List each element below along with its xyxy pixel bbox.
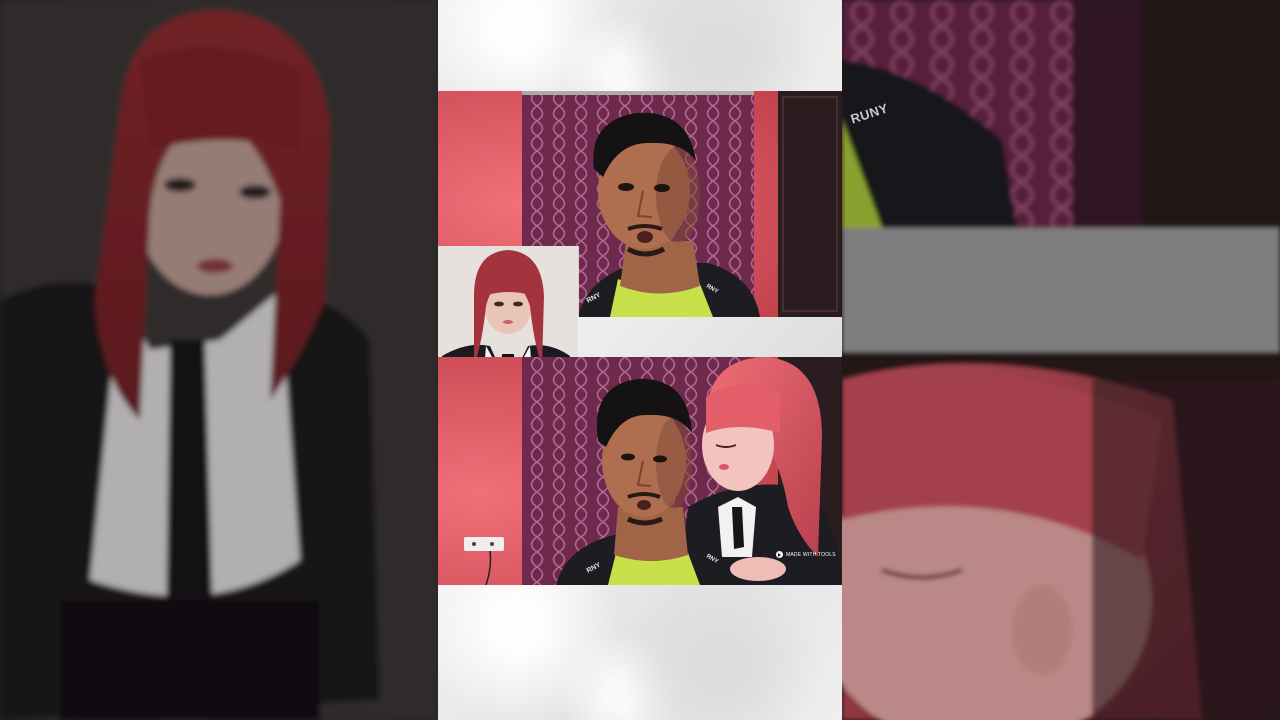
paper-texture-divider xyxy=(578,317,842,357)
paper-texture-bottom xyxy=(438,585,842,720)
blurred-right-background xyxy=(842,0,1280,720)
bottom-scene-couple: RNY RNY MADE WITH TOOLS xyxy=(438,357,842,585)
video-frame: RNY RNY RNY RNY MADE WITH TOOLS RUNY xyxy=(0,0,1280,720)
made-with-badge-text: MADE WITH TOOLS xyxy=(786,551,836,558)
made-with-badge: MADE WITH TOOLS xyxy=(776,551,836,558)
play-icon xyxy=(776,551,783,558)
paper-texture-top xyxy=(438,0,842,91)
left-dim-overlay xyxy=(0,0,438,720)
center-video-column: RNY RNY RNY RNY MADE WITH TOOLS xyxy=(438,0,842,720)
right-dim-overlay xyxy=(842,0,1280,720)
blurred-left-background xyxy=(0,0,438,720)
